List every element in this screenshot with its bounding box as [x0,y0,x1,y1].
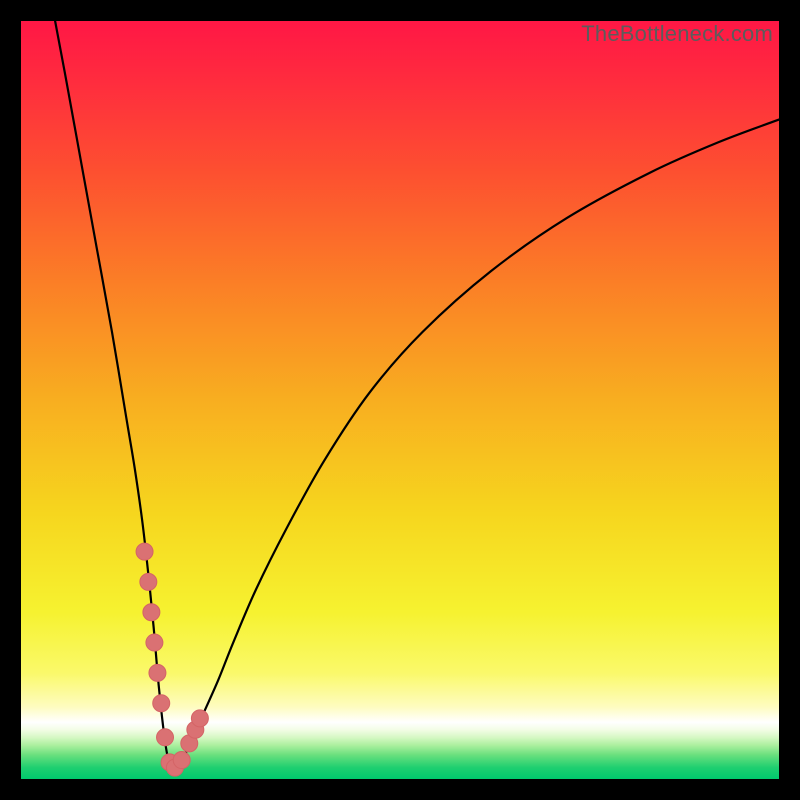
marker-dot [157,729,174,746]
marker-dot [146,634,163,651]
marker-dot [143,604,160,621]
plot-area: TheBottleneck.com [21,21,779,779]
marker-dot [191,710,208,727]
bottleneck-curve [55,21,779,768]
marker-dot [136,543,153,560]
marker-dot [173,752,190,769]
marker-dot [140,573,157,590]
chart-frame: TheBottleneck.com [0,0,800,800]
curve-markers [136,543,208,776]
curve-layer [21,21,779,779]
marker-dot [149,664,166,681]
marker-dot [153,695,170,712]
